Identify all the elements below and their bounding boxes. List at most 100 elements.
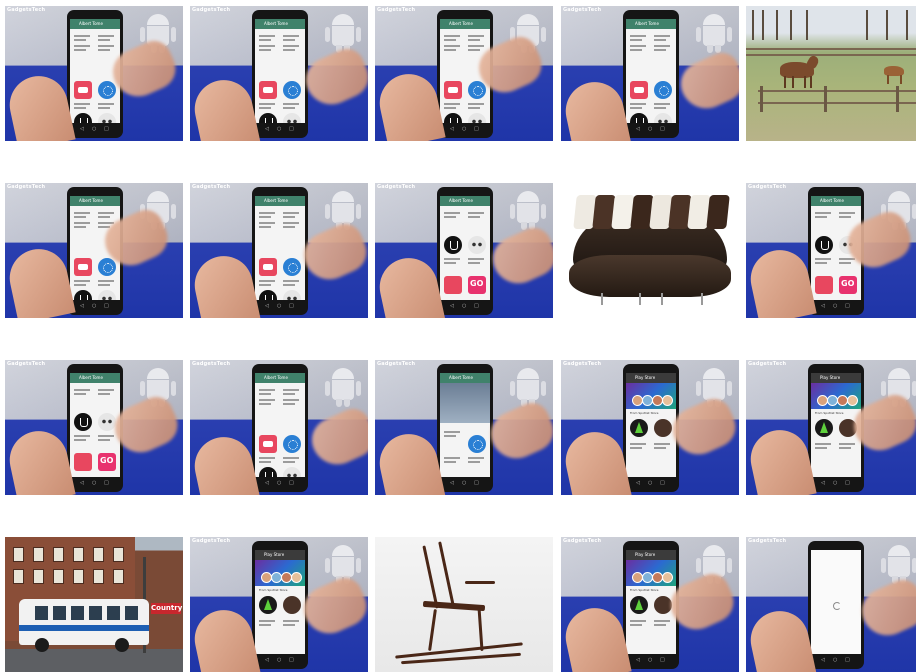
app-icon-blue[interactable] (468, 435, 486, 453)
app-icon-red[interactable] (74, 81, 92, 99)
android-figurine (510, 368, 546, 407)
phone-screen: Play Store From Spotlist Store (626, 550, 676, 654)
avatar[interactable] (662, 572, 673, 583)
app-icon-red[interactable] (259, 258, 277, 276)
home-icon: ○ (648, 126, 653, 132)
watermark: GadgetsTech (377, 361, 416, 367)
store-section-title: From Spotlist Store (815, 411, 844, 415)
recents-icon: □ (104, 480, 109, 486)
app-icon-red[interactable] (259, 81, 277, 99)
watermark: GadgetsTech (7, 361, 46, 367)
video-frame-phone: GadgetsTech Albert Tome ◁ ○ □ (5, 183, 183, 318)
app-icon-blue[interactable] (468, 81, 486, 99)
back-icon: ◁ (636, 126, 640, 132)
app-icon-black[interactable] (630, 113, 648, 123)
home-icon: ○ (462, 480, 467, 486)
watermark: GadgetsTech (563, 538, 602, 544)
home-icon: ○ (462, 303, 467, 309)
app-icon-blue[interactable] (283, 435, 301, 453)
photo-bus: Country (5, 537, 183, 672)
app-icon-go[interactable] (98, 453, 116, 471)
recents-icon: □ (845, 480, 850, 486)
app-icon-blue[interactable] (283, 258, 301, 276)
video-frame-phone: GadgetsTech Albert Tome ◁ ○ □ (561, 6, 739, 141)
app-icon-red[interactable] (259, 435, 277, 453)
app-icon-owl[interactable] (468, 113, 486, 123)
app-icon-owl[interactable] (283, 467, 301, 477)
left-hand (5, 70, 76, 141)
phone-screen: Albert Tome (440, 196, 490, 300)
app-icon-owl[interactable] (654, 113, 672, 123)
back-icon: ◁ (450, 126, 454, 132)
app-icon-owl[interactable] (98, 290, 116, 300)
watermark: GadgetsTech (377, 184, 416, 190)
android-figurine (510, 191, 546, 230)
app-icon-red[interactable] (444, 276, 462, 294)
video-frame-play-store: GadgetsTech Play Store From Spotlist Store… (561, 360, 739, 495)
watermark: GadgetsTech (192, 538, 231, 544)
app-icon-black[interactable] (815, 236, 833, 254)
app-icon-black[interactable] (444, 113, 462, 123)
app-icon-blue[interactable] (98, 258, 116, 276)
app-icon-black[interactable] (259, 467, 277, 477)
store-section-title: From Spotlist Store (630, 411, 659, 415)
recents-icon: □ (474, 303, 479, 309)
app-bar-title: Albert Tome (820, 198, 844, 203)
home-icon: ○ (277, 126, 282, 132)
app-icon-blue[interactable] (654, 81, 672, 99)
app-icon-owl[interactable] (468, 236, 486, 254)
home-icon: ○ (833, 303, 838, 309)
android-nav-bar: ◁ ○ □ (70, 479, 120, 488)
back-icon: ◁ (636, 480, 640, 486)
app-icon-arrow[interactable] (630, 596, 648, 614)
app-icon-arrow[interactable] (259, 596, 277, 614)
app-icon-arrow[interactable] (815, 419, 833, 437)
app-icon-red[interactable] (815, 276, 833, 294)
app-icon-red[interactable] (630, 81, 648, 99)
app-icon-red[interactable] (74, 258, 92, 276)
smartphone: ◁ ○ □ (808, 541, 864, 669)
app-icon-brown[interactable] (283, 596, 301, 614)
phone-screen: Albert Tome (70, 373, 120, 477)
avatar[interactable] (291, 572, 302, 583)
app-icon-black[interactable] (259, 113, 277, 123)
video-frame-phone: GadgetsTech Albert Tome ◁ ○ □ (375, 6, 553, 141)
app-bar-title: Albert Tome (449, 375, 473, 380)
app-icon-go[interactable] (468, 276, 486, 294)
android-nav-bar: ◁ ○ □ (811, 656, 861, 665)
app-icon-blue[interactable] (98, 81, 116, 99)
app-icon-owl[interactable] (283, 113, 301, 123)
app-icon-owl[interactable] (98, 113, 116, 123)
left-hand (375, 68, 446, 141)
app-icon-red[interactable] (444, 81, 462, 99)
avatar[interactable] (662, 395, 673, 406)
recents-icon: □ (845, 303, 850, 309)
app-icon-black[interactable] (259, 290, 277, 300)
home-icon: ○ (92, 303, 97, 309)
android-nav-bar: ◁ ○ □ (626, 656, 676, 665)
app-icon-red[interactable] (74, 453, 92, 471)
app-bar-title: Albert Tome (264, 375, 288, 380)
app-icon-go[interactable] (839, 276, 857, 294)
app-icon-arrow[interactable] (630, 419, 648, 437)
app-icon-owl[interactable] (98, 413, 116, 431)
phone-screen: Play Store From Spotlist Store (626, 373, 676, 477)
app-icon-black[interactable] (444, 236, 462, 254)
app-icon-owl[interactable] (283, 290, 301, 300)
app-icon-blue[interactable] (283, 81, 301, 99)
app-icon-brown[interactable] (654, 419, 672, 437)
avatar[interactable] (847, 395, 858, 406)
photo-rocking-chair (375, 537, 553, 672)
watermark: GadgetsTech (192, 184, 231, 190)
app-icon-black[interactable] (74, 113, 92, 123)
home-icon: ○ (92, 480, 97, 486)
app-icon-black[interactable] (74, 290, 92, 300)
app-icon-brown[interactable] (654, 596, 672, 614)
video-frame-play-store: GadgetsTech Play Store From Spotlist Store… (561, 537, 739, 672)
back-icon: ◁ (265, 480, 269, 486)
app-icon-black[interactable] (74, 413, 92, 431)
photo-horses (746, 6, 916, 141)
watermark: GadgetsTech (192, 361, 231, 367)
android-nav-bar: ◁ ○ □ (70, 302, 120, 311)
android-figurine (881, 545, 916, 584)
